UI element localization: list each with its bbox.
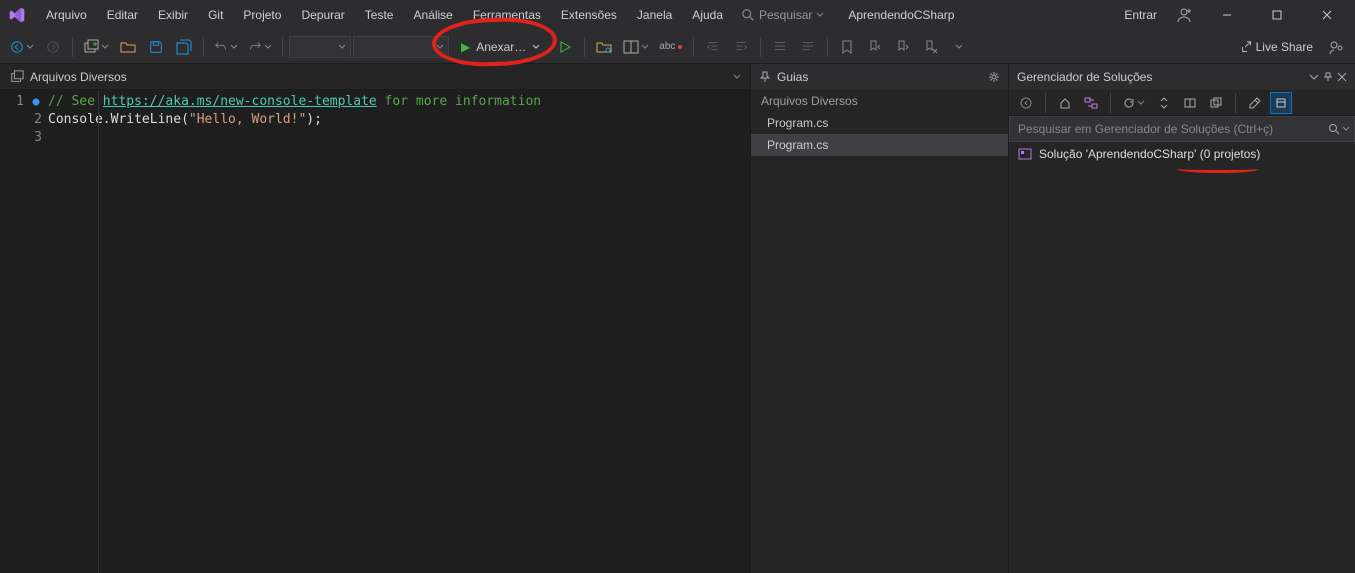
menu-item-editar[interactable]: Editar <box>99 4 146 26</box>
sln-preview-icon[interactable] <box>1270 92 1292 114</box>
window-maximize[interactable] <box>1255 0 1299 30</box>
redo-button[interactable] <box>244 34 276 60</box>
document-tab-label: Arquivos Diversos <box>30 70 127 84</box>
bookmark-button[interactable] <box>834 34 860 60</box>
guias-group: Arquivos Diversos <box>751 90 1008 112</box>
attach-debugger-button[interactable]: ▶ Anexar… <box>451 34 550 60</box>
live-share-label: Live Share <box>1256 40 1313 54</box>
sln-home-icon[interactable] <box>1054 92 1076 114</box>
save-button[interactable] <box>143 34 169 60</box>
menu-item-arquivo[interactable]: Arquivo <box>38 4 95 26</box>
code-text: ); <box>306 112 322 127</box>
sln-properties-icon[interactable] <box>1244 92 1266 114</box>
bookmark-clear-button[interactable] <box>918 34 944 60</box>
gear-icon[interactable] <box>988 71 1000 83</box>
solution-search[interactable] <box>1009 116 1355 142</box>
solution-name: AprendendoCSharp <box>834 8 968 22</box>
menu-item-analise[interactable]: Análise <box>405 4 460 26</box>
document-tabstrip: Arquivos Diversos <box>0 64 750 90</box>
abc-button[interactable]: abc <box>655 34 687 60</box>
menu-item-ferramentas[interactable]: Ferramentas <box>465 4 549 26</box>
solution-item[interactable]: Solução 'AprendendoCSharp' (0 projetos) <box>1009 142 1355 166</box>
guias-title: Guias <box>777 70 808 84</box>
quick-search-label: Pesquisar <box>759 8 812 22</box>
solution-header: Gerenciador de Soluções <box>1009 64 1355 90</box>
start-without-debug-button[interactable] <box>552 34 578 60</box>
signin-link[interactable]: Entrar <box>1118 8 1163 22</box>
feedback-icon[interactable] <box>1323 34 1349 60</box>
guias-item-selected[interactable]: Program.cs <box>751 134 1008 156</box>
close-icon[interactable] <box>1337 72 1347 82</box>
config-combo[interactable] <box>289 36 351 58</box>
comment-button[interactable] <box>767 34 793 60</box>
nav-back-button[interactable] <box>6 34 38 60</box>
sln-refresh-icon[interactable] <box>1119 92 1149 114</box>
quick-search[interactable]: Pesquisar <box>735 6 830 24</box>
guias-panel: Guias Arquivos Diversos Program.cs Progr… <box>750 64 1008 573</box>
code-link[interactable]: https://aka.ms/new-console-template <box>103 94 377 109</box>
code-text: // See <box>48 94 103 109</box>
code-text: for more information <box>377 94 541 109</box>
toolbar-overflow[interactable] <box>946 34 972 60</box>
dropdown-icon[interactable] <box>1309 72 1319 82</box>
sln-switch-icon[interactable] <box>1080 92 1102 114</box>
menu-item-extensoes[interactable]: Extensões <box>553 4 625 26</box>
search-icon[interactable] <box>1324 116 1354 142</box>
bookmark-prev-button[interactable] <box>862 34 888 60</box>
menu-item-teste[interactable]: Teste <box>357 4 402 26</box>
guias-header: Guias <box>751 64 1008 90</box>
menu-item-janela[interactable]: Janela <box>629 4 680 26</box>
line-gutter: 1 2 3 <box>0 90 48 573</box>
indent-left-button[interactable] <box>700 34 726 60</box>
menu-item-exibir[interactable]: Exibir <box>150 4 196 26</box>
solution-toolbar <box>1009 90 1355 116</box>
window-minimize[interactable] <box>1205 0 1249 30</box>
sln-back-icon[interactable] <box>1015 92 1037 114</box>
pin-icon[interactable] <box>759 71 771 83</box>
code-text: Console <box>48 112 103 127</box>
document-tab-dropdown[interactable] <box>724 64 750 90</box>
platform-combo[interactable] <box>353 36 449 58</box>
solution-icon <box>1017 146 1033 162</box>
file-icon <box>10 70 24 84</box>
solution-search-input[interactable] <box>1010 122 1324 136</box>
vs-logo-icon <box>6 4 28 26</box>
sln-showall-icon[interactable] <box>1205 92 1227 114</box>
menu-item-git[interactable]: Git <box>200 4 231 26</box>
solution-title: Gerenciador de Soluções <box>1017 70 1152 84</box>
save-all-button[interactable] <box>171 34 197 60</box>
window-close[interactable] <box>1305 0 1349 30</box>
nav-forward-button[interactable] <box>40 34 66 60</box>
menu-item-projeto[interactable]: Projeto <box>235 4 289 26</box>
menu-item-ajuda[interactable]: Ajuda <box>684 4 731 26</box>
sln-collapse-icon[interactable] <box>1179 92 1201 114</box>
attach-label: Anexar… <box>476 40 526 54</box>
code-text: .WriteLine( <box>103 112 189 127</box>
play-icon: ▶ <box>461 40 470 54</box>
menu-item-depurar[interactable]: Depurar <box>293 4 352 26</box>
code-text: "Hello, World!" <box>189 112 306 127</box>
uncomment-button[interactable] <box>795 34 821 60</box>
sln-sync-icon[interactable] <box>1153 92 1175 114</box>
solution-item-label: Solução 'AprendendoCSharp' (0 projetos) <box>1039 147 1260 161</box>
layout-button[interactable] <box>619 34 653 60</box>
undo-button[interactable] <box>210 34 242 60</box>
toolbar: ▶ Anexar… abc Live Share <box>0 30 1355 64</box>
live-share-button[interactable]: Live Share <box>1236 34 1317 60</box>
indent-right-button[interactable] <box>728 34 754 60</box>
menu-bar: Arquivo Editar Exibir Git Projeto Depura… <box>0 0 1355 30</box>
folder-view-button[interactable] <box>591 34 617 60</box>
solution-explorer: Gerenciador de Soluções <box>1008 64 1355 573</box>
account-icon[interactable] <box>1169 1 1199 29</box>
bookmark-next-button[interactable] <box>890 34 916 60</box>
open-file-button[interactable] <box>115 34 141 60</box>
editor: Arquivos Diversos 1 2 3 // See https://a… <box>0 64 750 573</box>
new-item-button[interactable] <box>79 34 113 60</box>
pin-icon[interactable] <box>1323 72 1333 82</box>
code-editor[interactable]: 1 2 3 // See https://aka.ms/new-console-… <box>0 90 750 573</box>
guias-item[interactable]: Program.cs <box>751 112 1008 134</box>
document-tab[interactable]: Arquivos Diversos <box>0 64 137 89</box>
